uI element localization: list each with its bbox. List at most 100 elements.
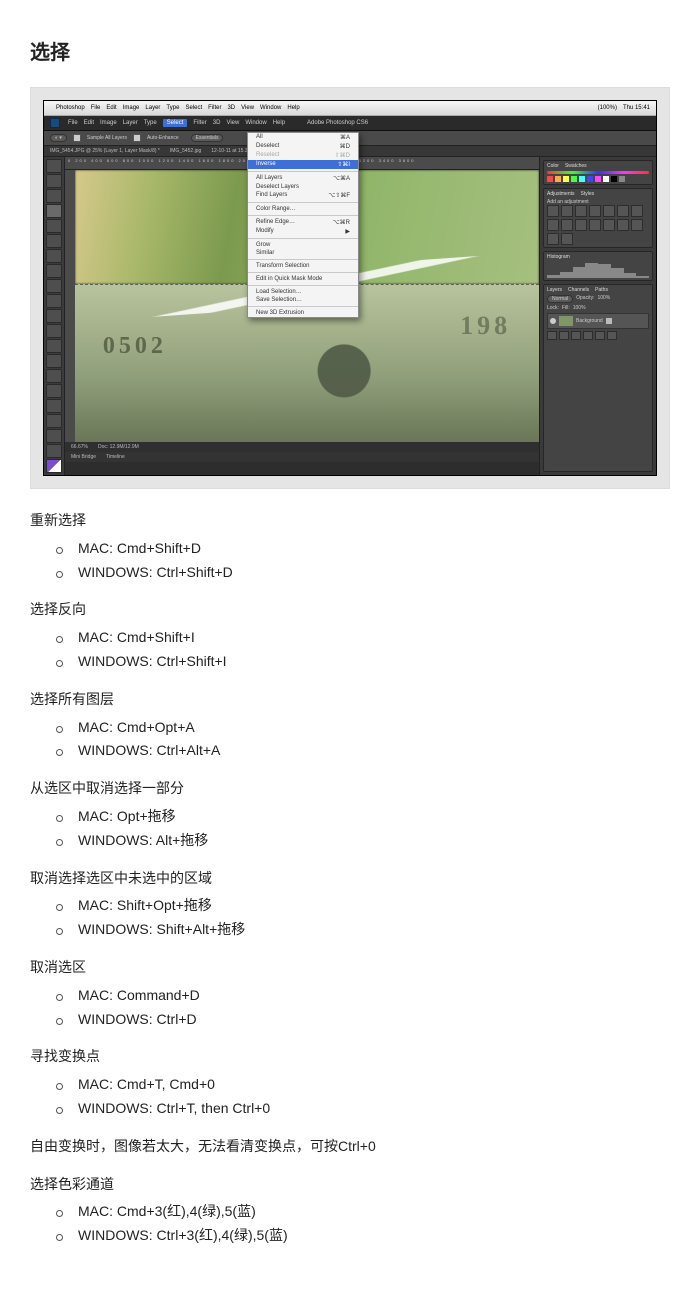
eyedropper-tool-icon[interactable] (46, 234, 62, 248)
menu-file[interactable]: File (91, 105, 101, 111)
menu-item-all[interactable]: All⌘A (248, 133, 358, 142)
menu-item-deselect-layers[interactable]: Deselect Layers (248, 183, 358, 191)
color-tab[interactable]: Color (547, 163, 559, 169)
menu-help[interactable]: Help (273, 120, 285, 126)
swatch-grid[interactable] (547, 176, 649, 182)
pen-tool-icon[interactable] (46, 369, 62, 383)
adjustments-tab[interactable]: Adjustments (547, 191, 575, 197)
quick-select-tool-icon[interactable] (46, 204, 62, 218)
zoom-tool-icon[interactable] (46, 444, 62, 458)
menu-item-similar[interactable]: Similar (248, 249, 358, 257)
opacity-value[interactable]: 100% (597, 295, 610, 303)
document-tab[interactable]: IMG_5452.jpg (170, 148, 201, 154)
adjustment-presets[interactable] (547, 205, 649, 245)
tool-preset[interactable]: ◐ ▾ (50, 134, 67, 142)
app-menubar: File Edit Image Layer Type Select Filter 3D View… (44, 116, 656, 131)
path-select-tool-icon[interactable] (46, 399, 62, 413)
paths-tab[interactable]: Paths (595, 287, 608, 293)
sample-all-layers-checkbox[interactable] (73, 134, 81, 142)
document-tab[interactable]: IMG_5454.JPG @ 25% (Layer 1, Layer Mask/… (50, 148, 160, 154)
layer-panel-buttons (547, 331, 649, 340)
menu-3d[interactable]: 3D (213, 120, 221, 126)
menu-item-transform-selection[interactable]: Transform Selection (248, 262, 358, 270)
menu-layer[interactable]: Layer (145, 105, 160, 111)
marquee-tool-icon[interactable] (46, 174, 62, 188)
menu-item-all-layers[interactable]: All Layers⌥⌘A (248, 174, 358, 183)
menu-item-load-selection[interactable]: Load Selection… (248, 288, 358, 296)
menu-file[interactable]: File (68, 120, 78, 126)
menu-item-inverse[interactable]: Inverse⇧⌘I (248, 160, 358, 169)
type-tool-icon[interactable] (46, 384, 62, 398)
visibility-icon[interactable] (550, 318, 556, 324)
menu-edit[interactable]: Edit (84, 120, 94, 126)
menu-filter[interactable]: Filter (208, 105, 221, 111)
eraser-tool-icon[interactable] (46, 309, 62, 323)
adjustment-layer-icon[interactable] (571, 331, 581, 340)
brush-tool-icon[interactable] (46, 264, 62, 278)
photoshop-window: Photoshop FileEditImageLayerTypeSelectFi… (43, 100, 657, 476)
menu-edit[interactable]: Edit (106, 105, 116, 111)
menu-help[interactable]: Help (287, 105, 299, 111)
menu-image[interactable]: Image (100, 120, 117, 126)
workspace-switcher[interactable]: Essentials (191, 134, 224, 142)
trash-icon[interactable] (607, 331, 617, 340)
menu-select[interactable]: Select (163, 119, 188, 127)
menu-item-grow[interactable]: Grow (248, 241, 358, 249)
page-title: 选择 (30, 36, 670, 65)
fgbg-swatch-icon[interactable] (46, 459, 62, 473)
menu-item-modify[interactable]: Modify▶ (248, 227, 358, 236)
menu-item-new-3d-extrusion[interactable]: New 3D Extrusion (248, 309, 358, 317)
heal-tool-icon[interactable] (46, 249, 62, 263)
menu-view[interactable]: View (241, 105, 254, 111)
screenshot-figure: Photoshop FileEditImageLayerTypeSelectFi… (30, 87, 670, 489)
hand-tool-icon[interactable] (46, 429, 62, 443)
menu-item-edit-in-quick-mask-mode[interactable]: Edit in Quick Mask Mode (248, 275, 358, 283)
shape-tool-icon[interactable] (46, 414, 62, 428)
histogram-tab[interactable]: Histogram (547, 254, 570, 260)
layer-name: Background (576, 318, 603, 324)
menu-type[interactable]: Type (166, 105, 179, 111)
stamp-tool-icon[interactable] (46, 279, 62, 293)
layer-row-background[interactable]: Background (547, 313, 649, 329)
mask-icon[interactable] (559, 331, 569, 340)
zoom-level[interactable]: 66.67% (71, 444, 88, 450)
menu-filter[interactable]: Filter (193, 120, 206, 126)
group-icon[interactable] (583, 331, 593, 340)
mini-bridge-tab[interactable]: Mini Bridge (71, 454, 96, 460)
new-layer-icon[interactable] (595, 331, 605, 340)
menu-window[interactable]: Window (245, 120, 266, 126)
menu-item-find-layers[interactable]: Find Layers⌥⇧⌘F (248, 191, 358, 200)
menu-item-save-selection[interactable]: Save Selection… (248, 296, 358, 304)
menu-item-refine-edge[interactable]: Refine Edge…⌥⌘R (248, 218, 358, 227)
menu-item-deselect[interactable]: Deselect⌘D (248, 142, 358, 151)
timeline-tab[interactable]: Timeline (106, 454, 125, 460)
menu-3d[interactable]: 3D (227, 105, 235, 111)
auto-enhance-checkbox[interactable] (133, 134, 141, 142)
swatches-tab[interactable]: Swatches (565, 163, 587, 169)
shortcut-item: WINDOWS: Ctrl+D (54, 1008, 670, 1032)
menu-window[interactable]: Window (260, 105, 281, 111)
crop-tool-icon[interactable] (46, 219, 62, 233)
lasso-tool-icon[interactable] (46, 189, 62, 203)
shortcut-group-title: 取消选区 (30, 956, 670, 980)
menu-select[interactable]: Select (185, 105, 202, 111)
dodge-tool-icon[interactable] (46, 354, 62, 368)
auto-enhance-label: Auto-Enhance (147, 135, 179, 141)
menu-type[interactable]: Type (144, 120, 157, 126)
menu-item-color-range[interactable]: Color Range… (248, 205, 358, 213)
menu-image[interactable]: Image (123, 105, 140, 111)
fill-value[interactable]: 100% (573, 305, 586, 311)
mac-app-name[interactable]: Photoshop (56, 105, 85, 111)
menu-layer[interactable]: Layer (123, 120, 138, 126)
fx-icon[interactable] (547, 331, 557, 340)
styles-tab[interactable]: Styles (581, 191, 595, 197)
move-tool-icon[interactable] (46, 159, 62, 173)
history-brush-tool-icon[interactable] (46, 294, 62, 308)
gradient-tool-icon[interactable] (46, 324, 62, 338)
blur-tool-icon[interactable] (46, 339, 62, 353)
blend-mode-select[interactable]: Normal (547, 295, 573, 303)
menu-view[interactable]: View (226, 120, 239, 126)
hue-slider[interactable] (547, 171, 649, 174)
channels-tab[interactable]: Channels (568, 287, 589, 293)
layers-tab[interactable]: Layers (547, 287, 562, 293)
